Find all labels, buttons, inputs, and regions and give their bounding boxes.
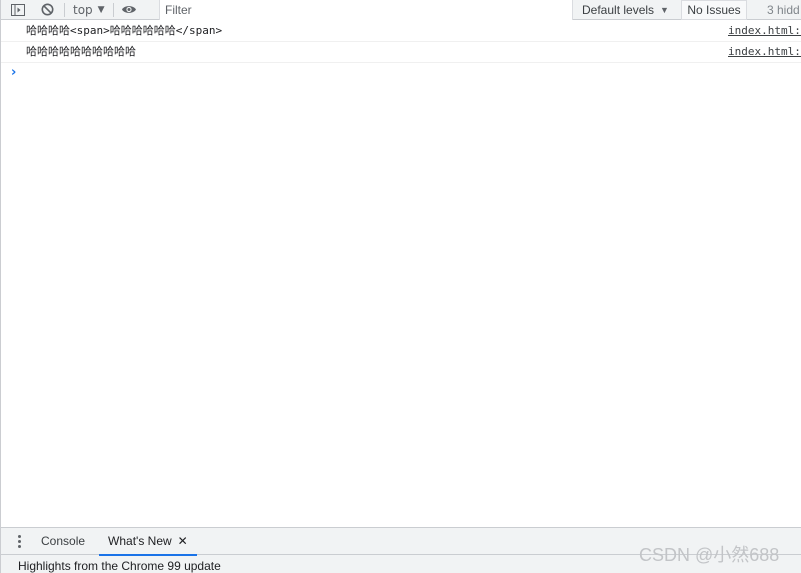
close-icon[interactable]: ✕: [178, 534, 188, 548]
console-message-text: 哈哈哈哈<span>哈哈哈哈哈哈</span>: [26, 24, 223, 37]
tab-label: Console: [41, 534, 86, 548]
context-label: top: [73, 2, 93, 17]
console-prompt[interactable]: ›: [1, 63, 801, 83]
more-options-icon[interactable]: [11, 533, 27, 549]
whats-new-headline: Highlights from the Chrome 99 update: [18, 559, 221, 573]
hidden-messages-count: 3 hidd: [767, 3, 800, 17]
issues-button[interactable]: No Issues: [681, 0, 747, 20]
filter-input[interactable]: [160, 0, 572, 20]
context-selector[interactable]: top ▼: [73, 3, 105, 17]
console-message: 哈哈哈哈<span>哈哈哈哈哈哈</span> index.html:1: [1, 21, 801, 42]
toolbar-divider: [112, 2, 114, 17]
dropdown-arrow-icon: ▼: [660, 5, 669, 15]
eye-icon[interactable]: [121, 2, 137, 18]
clear-console-icon[interactable]: [39, 2, 55, 18]
log-levels-label: Default levels: [582, 3, 655, 17]
issues-label: No Issues: [687, 3, 741, 17]
sidebar-toggle-icon[interactable]: [10, 2, 26, 18]
source-link[interactable]: index.html:1: [728, 21, 801, 41]
console-message-text: 哈哈哈哈哈哈哈哈哈哈: [26, 45, 136, 58]
dropdown-arrow-icon: ▼: [97, 4, 105, 15]
tab-console[interactable]: Console: [32, 528, 94, 555]
console-message: 哈哈哈哈哈哈哈哈哈哈 index.html:1: [1, 42, 801, 63]
source-link[interactable]: index.html:1: [728, 42, 801, 62]
devtools-console-panel: top ▼ Default levels ▼ No Issues 3 hidd …: [0, 0, 801, 573]
prompt-chevron-icon: ›: [11, 65, 17, 80]
console-messages: 哈哈哈哈<span>哈哈哈哈哈哈</span> index.html:1 哈哈哈…: [1, 21, 801, 527]
toolbar-divider: [64, 2, 65, 17]
tab-whats-new[interactable]: What's New ✕: [99, 528, 197, 556]
filter-box: [159, 0, 573, 20]
tab-label: What's New: [108, 534, 172, 548]
watermark: CSDN @小然688: [639, 545, 780, 565]
log-levels-dropdown[interactable]: Default levels ▼: [582, 0, 669, 20]
